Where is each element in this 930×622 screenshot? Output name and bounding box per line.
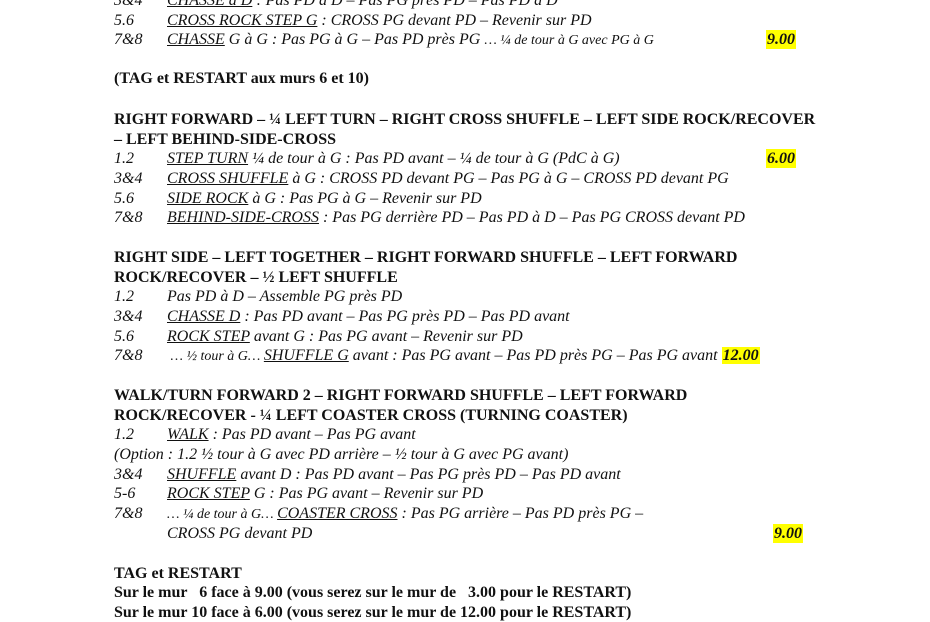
step-description: avant D : Pas PD avant – Pas PG près PD … (236, 466, 621, 483)
step-name: STEP TURN (167, 150, 249, 167)
step-description: : Pas PD avant – Pas PG avant (208, 426, 416, 443)
section-title-cont: ROCK/RECOVER – ½ LEFT SHUFFLE (114, 269, 398, 286)
tag-note: (TAG et RESTART aux murs 6 et 10) (114, 70, 369, 87)
step-description: : Pas PG arrière – Pas PD près PG – (397, 505, 644, 522)
step-count: 3&4 (114, 0, 143, 9)
step-line: 5.6 ROCK STEP avant G : Pas PG avant – Re… (114, 327, 523, 346)
step-line: 3&4 CROSS SHUFFLE à G : CROSS PD devant P… (114, 169, 729, 188)
step-name: WALK (167, 426, 209, 443)
wall-badge: 12.00 (721, 347, 760, 364)
step-description: ¼ de tour à G : Pas PD avant – ¼ de tour… (248, 150, 620, 167)
step-line: 5.6 CROSS ROCK STEP G : CROSS PG devant P… (114, 11, 592, 30)
step-description: à G : Pas PG à G – Revenir sur PD (248, 190, 482, 207)
step-line: 1.2 WALK : Pas PD avant – Pas PG avant (114, 425, 416, 444)
step-count: 5.6 (114, 12, 134, 29)
step-line: 1.2 Pas PD à D – Assemble PG près PD (114, 287, 402, 306)
dance-sheet-page: 3&4 CHASSE à D : Pas PD à D – Pas PG près… (0, 0, 930, 621)
section-title-cont: ROCK/RECOVER - ¼ LEFT COASTER CROSS (TUR… (114, 407, 628, 424)
turn-note: … ½ tour à G… (167, 349, 264, 364)
step-description: : CROSS PG devant PD – Revenir sur PD (317, 12, 592, 29)
step-name: SHUFFLE (167, 466, 237, 483)
step-count: 5.6 (114, 328, 134, 345)
step-count: 7&8 (114, 347, 143, 364)
step-description: CROSS PG devant PD (167, 525, 313, 542)
step-name: CROSS SHUFFLE (167, 170, 289, 187)
step-line: 1.2 STEP TURN ¼ de tour à G : Pas PD avan… (114, 149, 620, 168)
step-line: 7&8 CHASSE G à G : Pas PG à G – Pas PD pr… (114, 30, 654, 50)
step-line: 3&4 CHASSE à D : Pas PD à D – Pas PG près… (114, 0, 558, 10)
step-line: 7&8 … ½ tour à G… SHUFFLE G avant : Pas … (114, 346, 760, 366)
section-title: RIGHT FORWARD – ¼ LEFT TURN – RIGHT CROS… (114, 111, 816, 128)
step-count: 3&4 (114, 466, 143, 483)
tag-line: Sur le mur 6 face à 9.00 (vous serez sur… (114, 584, 632, 601)
step-name: ROCK STEP (167, 328, 250, 345)
step-description: : Pas PG derrière PD – Pas PD à D – Pas … (318, 209, 745, 226)
step-count: 7&8 (114, 505, 143, 522)
step-count: 1.2 (114, 288, 134, 305)
step-line: 3&4 SHUFFLE avant D : Pas PD avant – Pas … (114, 465, 621, 484)
turn-note: … ¼ de tour à G avec PG à G (484, 33, 654, 48)
step-line: 7&8 BEHIND-SIDE-CROSS : Pas PG derrière P… (114, 208, 745, 227)
step-line: 5-6 ROCK STEP G : Pas PG avant – Revenir … (114, 484, 483, 503)
tag-line: Sur le mur 10 face à 6.00 (vous serez su… (114, 604, 632, 621)
step-description: G à G : Pas PG à G – Pas PD près PG (224, 31, 485, 48)
step-name: COASTER CROSS (277, 505, 398, 522)
step-line: 5.6 SIDE ROCK à G : Pas PG à G – Revenir … (114, 189, 482, 208)
step-count: 5.6 (114, 190, 134, 207)
step-description: : Pas PD à D – Pas PG près PD – Pas PD à… (252, 0, 558, 9)
step-name: CHASSE (167, 31, 225, 48)
step-name: CHASSE à D (167, 0, 253, 9)
step-description: Pas PD à D – Assemble PG près PD (167, 288, 403, 305)
step-name: ROCK STEP (167, 485, 250, 502)
step-description: à G : CROSS PD devant PG – Pas PG à G – … (288, 170, 729, 187)
turn-note: … ¼ de tour à G… (167, 507, 278, 522)
step-count: 7&8 (114, 209, 143, 226)
tag-title: TAG et RESTART (114, 565, 242, 582)
step-count: 5-6 (114, 485, 136, 502)
step-count: 7&8 (114, 31, 143, 48)
step-name: SIDE ROCK (167, 190, 249, 207)
step-name: CHASSE D (167, 308, 241, 325)
step-description: avant G : Pas PG avant – Revenir sur PD (249, 328, 523, 345)
step-name: SHUFFLE G (263, 347, 349, 364)
step-line: 7&8 … ¼ de tour à G… COASTER CROSS : Pas … (114, 504, 643, 524)
section-title: WALK/TURN FORWARD 2 – RIGHT FORWARD SHUF… (114, 387, 688, 404)
step-description: : Pas PD avant – Pas PG près PD – Pas PD… (240, 308, 570, 325)
wall-badge: 6.00 (766, 149, 796, 168)
section-title: RIGHT SIDE – LEFT TOGETHER – RIGHT FORWA… (114, 249, 738, 266)
wall-badge: 9.00 (766, 30, 796, 49)
step-name: CROSS ROCK STEP G (167, 12, 318, 29)
option-line: (Option : 1.2 ½ tour à G avec PD arrière… (114, 446, 569, 463)
step-description: G : Pas PG avant – Revenir sur PD (249, 485, 484, 502)
wall-badge: 9.00 (773, 524, 803, 543)
step-line: CROSS PG devant PD (114, 524, 312, 543)
step-count: 3&4 (114, 170, 143, 187)
step-name: BEHIND-SIDE-CROSS (167, 209, 319, 226)
step-line: 3&4 CHASSE D : Pas PD avant – Pas PG près… (114, 307, 570, 326)
step-count: 3&4 (114, 308, 143, 325)
step-count: 1.2 (114, 426, 134, 443)
step-count: 1.2 (114, 150, 134, 167)
section-title-cont: – LEFT BEHIND-SIDE-CROSS (114, 131, 336, 148)
step-description: avant : Pas PG avant – Pas PD près PG – … (348, 347, 722, 364)
